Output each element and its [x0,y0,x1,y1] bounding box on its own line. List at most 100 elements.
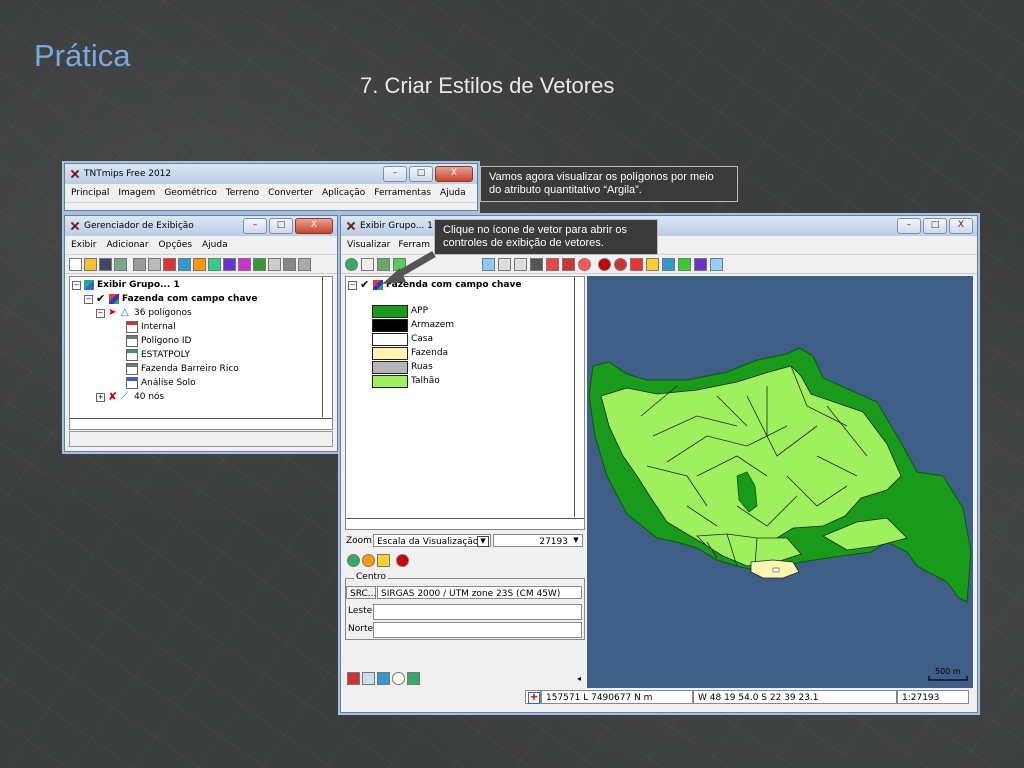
menu-ferramentas[interactable]: Ferramentas [374,188,431,198]
forward-icon[interactable] [562,257,575,271]
add-legend-icon[interactable] [298,257,311,271]
stop-icon[interactable] [578,257,591,271]
palette-icon[interactable] [694,257,707,271]
add-map-icon[interactable] [193,257,206,271]
close-button[interactable]: X [949,218,973,234]
menu-adicionar[interactable]: Adicionar [106,240,148,250]
layout-icon[interactable] [347,672,360,685]
checkmark-icon[interactable]: ✔ [96,293,106,304]
new-group-icon[interactable] [69,257,82,271]
stop-drawing-icon[interactable] [598,257,611,271]
tree-item-table[interactable]: Análise Solo [126,377,196,389]
pencil-icon[interactable] [646,257,659,271]
pan-icon[interactable] [482,257,495,271]
measure-icon[interactable] [662,257,675,271]
collapse-icon[interactable]: − [84,294,93,304]
select-arrow-icon[interactable]: ➤ [108,308,118,318]
add-scale-icon[interactable] [268,257,281,271]
menu-visualizar[interactable]: Visualizar [347,240,390,250]
hidden-x-icon[interactable]: ✘ [108,391,118,402]
menu-ferramentas[interactable]: Ferram [398,240,430,250]
node-icon[interactable]: ⟋ [121,392,131,402]
layout-icon[interactable] [133,257,146,271]
maximize-button[interactable]: □ [409,166,433,182]
collapse-icon[interactable]: − [348,280,357,290]
add-grid-icon[interactable] [238,257,251,271]
tree-item-table[interactable]: Polígono ID [126,335,192,347]
menu-exibir[interactable]: Exibir [71,240,96,250]
map-canvas[interactable]: 500 m [587,276,973,688]
chevron-down-icon[interactable]: ▼ [477,536,489,547]
menu-ajuda[interactable]: Ajuda [202,240,228,250]
vertical-scrollbar[interactable] [574,277,584,517]
open-folder-icon[interactable] [84,257,97,271]
expand-icon[interactable]: + [96,392,105,402]
tree-item-table[interactable]: Fazenda Barreiro Rico [126,363,239,375]
manager-titlebar[interactable]: Gerenciador de Exibição – □ X [65,216,337,236]
src-button[interactable]: SRC... [346,586,376,599]
tree-item-table[interactable]: ESTATPOLY [126,349,190,361]
maximize-button[interactable]: □ [923,218,947,234]
vector-layer-icon[interactable] [109,294,119,304]
horizontal-scrollbar[interactable] [346,518,584,529]
polygon-icon[interactable]: △ [121,308,131,318]
menu-converter[interactable]: Converter [268,188,313,198]
zoom-out-icon[interactable] [514,257,527,271]
menu-ajuda[interactable]: Ajuda [440,188,466,198]
folder-icon[interactable] [377,554,390,567]
add-cad-icon[interactable] [208,257,221,271]
menu-imagem[interactable]: Imagem [118,188,155,198]
zoom-in-icon[interactable] [498,257,511,271]
minimize-button[interactable]: – [383,166,407,182]
zoom-value-input[interactable]: 27193 ▼ [493,534,583,547]
minimize-button[interactable]: – [897,218,921,234]
collapse-icon[interactable]: − [96,308,105,318]
arrows-icon[interactable] [546,257,559,271]
select-icon[interactable] [630,257,643,271]
close-button[interactable]: X [295,218,333,234]
close-button[interactable]: X [435,166,473,182]
zoom-in-icon[interactable] [362,672,375,685]
horizontal-scrollbar[interactable] [70,418,332,429]
menu-aplicacao[interactable]: Aplicação [322,188,365,198]
menu-geometrico[interactable]: Geométrico [164,188,217,198]
search-icon[interactable] [392,672,405,685]
orange-circle-icon[interactable] [362,554,375,567]
tree-item-table[interactable]: Internal [126,321,176,333]
menu-opcoes[interactable]: Opções [159,240,192,250]
export-icon[interactable] [407,672,420,685]
tree-item-polygons[interactable]: − ➤ △ 36 polígonos [96,307,192,319]
color-icon[interactable] [678,257,691,271]
add-tin-icon[interactable] [223,257,236,271]
tree-item-group[interactable]: − Exibir Grupo... 1 [72,279,180,291]
norte-input[interactable] [373,622,582,638]
maximize-button[interactable]: □ [269,218,293,234]
globe-icon[interactable] [347,554,360,567]
menu-principal[interactable]: Principal [71,188,109,198]
zoom-mode-select[interactable]: Escala da Visualização ▼ [373,534,491,547]
zoom-layer-icon[interactable] [377,672,390,685]
map-view[interactable]: 500 m [587,276,973,688]
print-icon[interactable] [114,257,127,271]
menu-terreno[interactable]: Terreno [226,188,259,198]
add-layer-icon[interactable] [148,257,161,271]
minimize-button[interactable]: – [243,218,267,234]
checkmark-icon[interactable]: ✔ [360,279,370,290]
zoom-box-icon[interactable] [614,257,627,271]
src-field[interactable]: SIRGAS 2000 / UTM zone 23S (CM 45W) [377,586,582,599]
redraw-icon[interactable] [345,257,358,271]
leste-input[interactable] [373,604,582,620]
collapse-panel-icon[interactable]: ◂ [577,674,581,683]
vertical-scrollbar[interactable] [322,277,332,417]
tree-item-layer[interactable]: − ✔ Fazenda com campo chave [84,293,257,305]
add-vector-icon[interactable] [163,257,176,271]
main-window-titlebar[interactable]: TNTmips Free 2012 – □ X [65,164,477,184]
add-region-icon[interactable] [253,257,266,271]
chevron-down-icon[interactable]: ▼ [571,536,581,545]
close-circle-icon[interactable] [396,554,409,567]
layer-controls-icon[interactable] [361,257,374,271]
save-icon[interactable] [99,257,112,271]
collapse-icon[interactable]: − [72,280,81,290]
add-table-icon[interactable] [283,257,296,271]
refresh-icon[interactable] [530,257,543,271]
